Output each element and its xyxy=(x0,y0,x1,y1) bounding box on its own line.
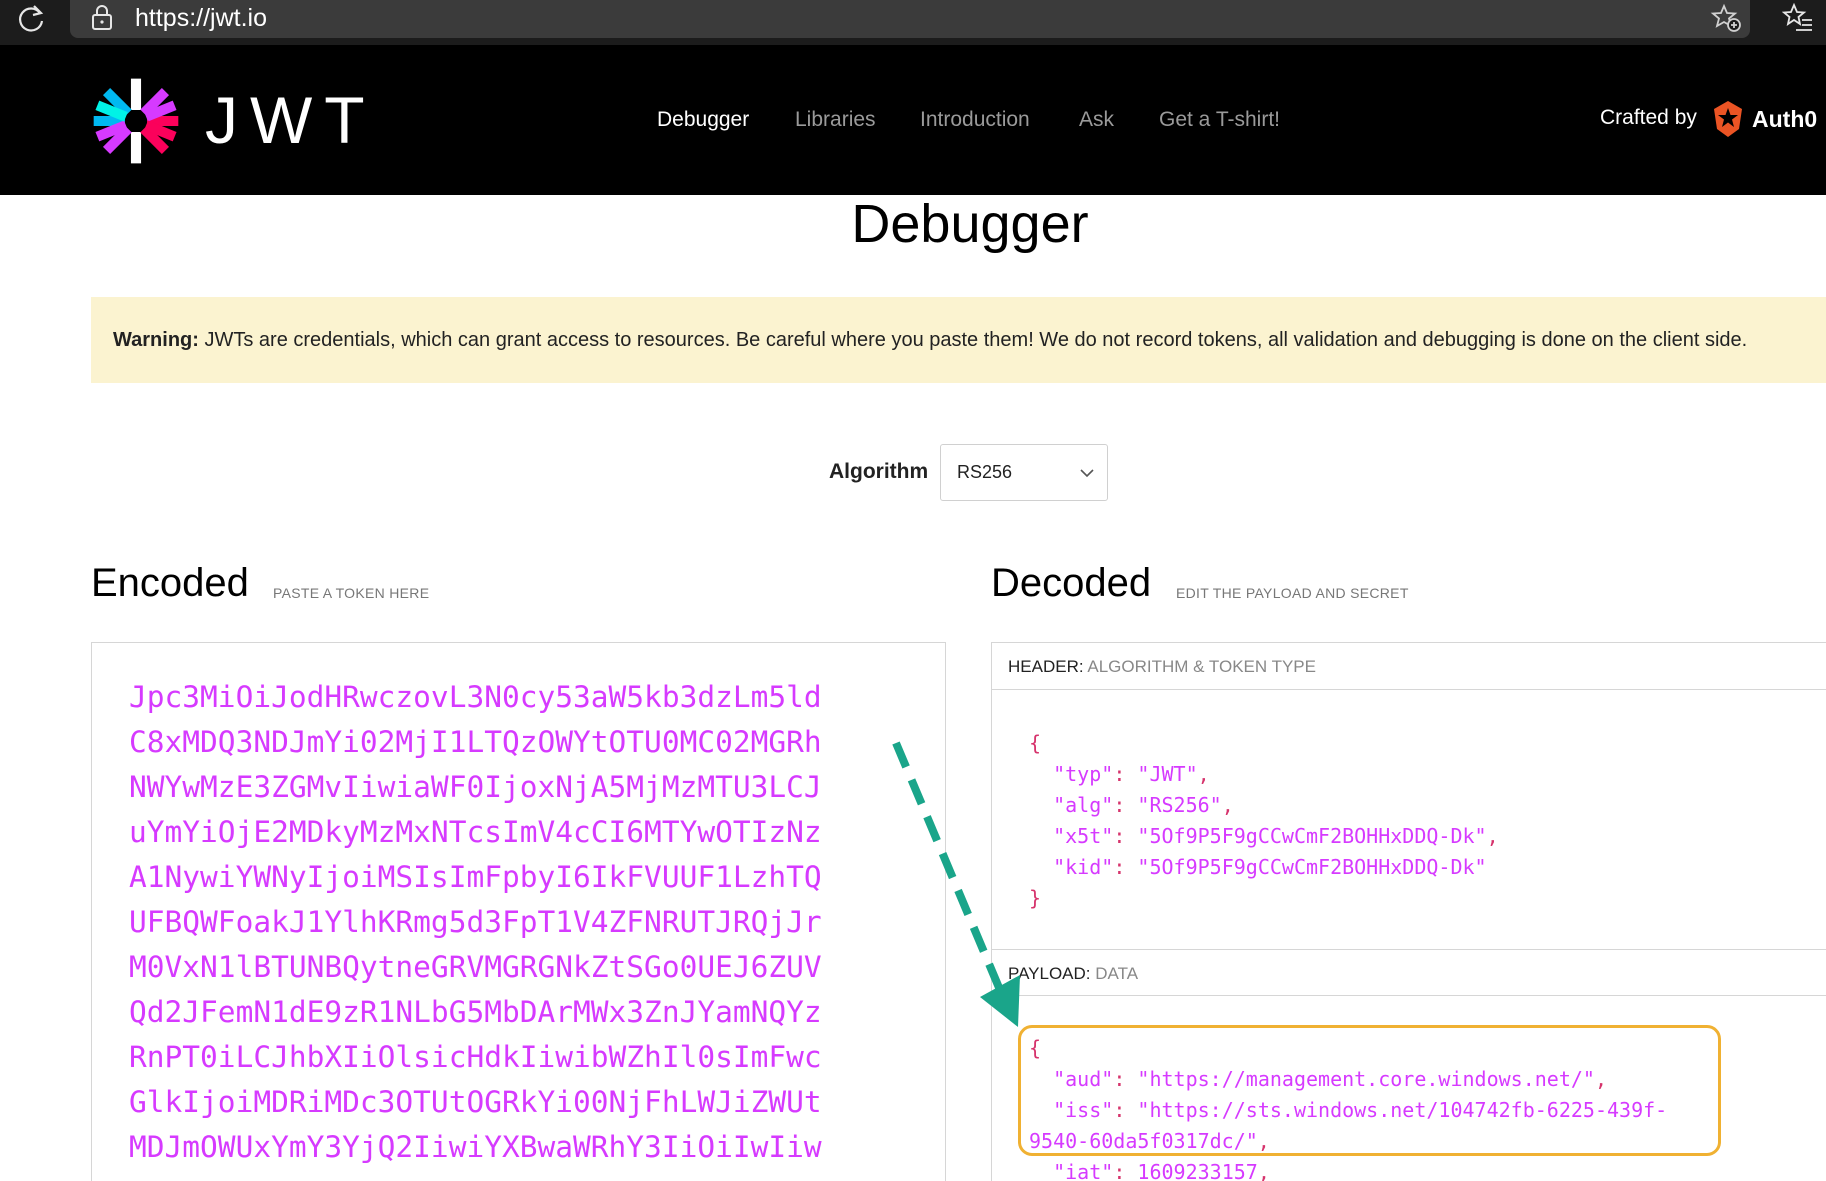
token-line: M0VxN1lBTUNBQytneGRVMGRGNkZtSGo0UEJ6ZUV xyxy=(129,950,822,984)
token-line: MDJmOWUxYmY3YjQ2IiwiYXBwaWRhY3IiOiIwIiw xyxy=(129,1130,822,1164)
algorithm-selected-value: RS256 xyxy=(957,462,1013,482)
json-key: "alg" xyxy=(1053,793,1114,817)
auth0-shield-icon[interactable] xyxy=(1711,100,1745,138)
decoded-subtitle: EDIT THE PAYLOAD AND SECRET xyxy=(1176,585,1409,601)
crafted-by-label: Crafted by xyxy=(1600,106,1697,129)
browser-toolbar: https://jwt.io xyxy=(0,0,1826,45)
header-panel-desc: ALGORITHM & TOKEN TYPE xyxy=(1087,657,1316,676)
token-line: Qd2JFemN1dE9zR1NLbG5MbDArMWx3ZnJYamNQYz xyxy=(129,995,822,1029)
encoded-subtitle: PASTE A TOKEN HERE xyxy=(273,585,430,601)
add-favorite-icon[interactable] xyxy=(1710,2,1742,34)
algorithm-select[interactable]: RS256 xyxy=(940,444,1108,501)
nav-libraries[interactable]: Libraries xyxy=(795,105,876,135)
warning-banner: Warning: JWTs are credentials, which can… xyxy=(91,297,1826,383)
favorites-icon[interactable] xyxy=(1782,2,1814,34)
payload-panel-desc: DATA xyxy=(1095,964,1139,983)
encoded-token-input[interactable]: Jpc3MiOiJodHRwczovL3N0cy53aW5kb3dzLm5ld … xyxy=(91,642,946,1181)
json-value: "5Of9P5F9gCCwCmF2BOHHxDDQ-Dk" xyxy=(1137,855,1487,879)
logo-text[interactable]: JWT xyxy=(205,85,377,155)
decoded-title: Decoded xyxy=(991,561,1152,605)
json-value: "5Of9P5F9gCCwCmF2BOHHxDDQ-Dk" xyxy=(1137,824,1487,848)
json-value: "JWT" xyxy=(1137,762,1198,786)
json-key: "typ" xyxy=(1053,762,1114,786)
nav-tshirt[interactable]: Get a T-shirt! xyxy=(1159,105,1280,135)
nav-introduction[interactable]: Introduction xyxy=(920,105,1030,135)
header-panel-label: HEADER: xyxy=(1008,657,1084,676)
nav-debugger[interactable]: Debugger xyxy=(657,105,749,135)
lock-icon[interactable] xyxy=(90,3,114,31)
token-line: Jpc3MiOiJodHRwczovL3N0cy53aW5kb3dzLm5ld xyxy=(129,680,822,714)
algorithm-label: Algorithm xyxy=(829,460,929,483)
token-line: C8xMDQ3NDJmYi02MjI1LTQzOWYtOTU0MC02MGRh xyxy=(129,725,822,759)
token-line: GlkIjoiMDRiMDc3OTUtOGRkYi00NjFhLWJiZWUt xyxy=(129,1085,822,1119)
chevron-down-icon xyxy=(1080,469,1094,478)
token-line: uYmYiOjE2MDkyMzMxNTcsImV4cCI6MTYwOTIzNz xyxy=(129,815,822,849)
highlight-box xyxy=(1018,1025,1721,1156)
jwt-logo-icon[interactable] xyxy=(90,75,182,167)
nav-ask[interactable]: Ask xyxy=(1079,105,1114,135)
token-line: A1NywiYWNyIjoiMSIsImFpbyI6IkFVUUF1LzhTQ xyxy=(129,860,822,894)
json-key: "kid" xyxy=(1053,855,1114,879)
address-bar[interactable] xyxy=(70,0,1750,38)
token-line: NWYwMzE3ZGMvIiwiaWF0IjoxNjA5MjMzMTU3LCJ xyxy=(129,770,822,804)
payload-panel-title: PAYLOAD: DATA xyxy=(992,949,1826,996)
annotation-arrow-icon xyxy=(892,741,1020,1027)
warning-label: Warning: xyxy=(113,329,199,351)
header-panel-title: HEADER: ALGORITHM & TOKEN TYPE xyxy=(992,643,1826,690)
json-value: "RS256" xyxy=(1137,793,1222,817)
json-value: 1609233157 xyxy=(1137,1160,1258,1181)
json-close-brace: } xyxy=(1029,886,1042,910)
header-json-editor[interactable]: { "typ": "JWT", "alg": "RS256", "x5t": "… xyxy=(1029,728,1499,914)
site-header: JWT Debugger Libraries Introduction Ask … xyxy=(0,45,1826,195)
token-line: RnPT0iLCJhbXIiOlsicHdkIiwibWZhIl0sImFwc xyxy=(129,1040,822,1074)
json-open-brace: { xyxy=(1029,731,1042,755)
token-line: UFBQWFoakJ1YlhKRmg5d3FpT1V4ZFNRUTJRQjJr xyxy=(129,905,822,939)
page-title: Debugger xyxy=(851,194,1089,254)
encoded-title: Encoded xyxy=(91,561,249,605)
json-key: "x5t" xyxy=(1053,824,1114,848)
warning-text: JWTs are credentials, which can grant ac… xyxy=(204,329,1748,351)
auth0-brand[interactable]: Auth0 xyxy=(1752,103,1817,135)
json-key: "iat" xyxy=(1053,1160,1114,1181)
url-text[interactable]: https://jwt.io xyxy=(135,2,267,34)
reload-icon[interactable] xyxy=(14,2,48,36)
